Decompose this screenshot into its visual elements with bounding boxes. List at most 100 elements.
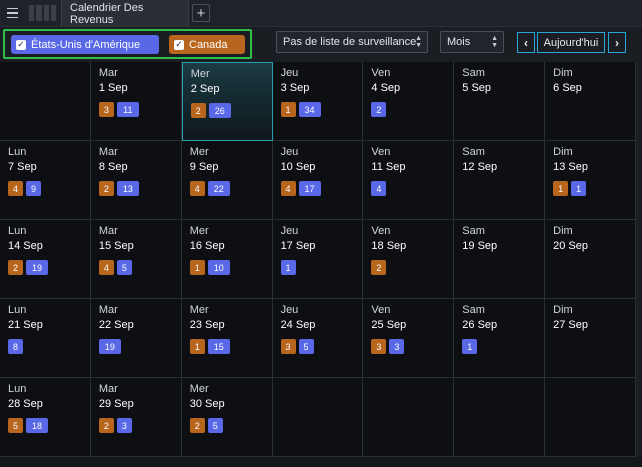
- canada-count-badge[interactable]: 1: [189, 339, 205, 354]
- calendar-day-cell[interactable]: Mar 29 Sep 2 3: [90, 378, 182, 457]
- usa-count-badge[interactable]: 15: [207, 339, 230, 354]
- tab-earnings-calendar[interactable]: Calendrier Des Revenus: [61, 0, 189, 27]
- canada-count-badge[interactable]: 2: [8, 260, 23, 275]
- horizontal-scrollbar[interactable]: [0, 457, 642, 467]
- earnings-count-badges: 1 15: [189, 339, 272, 354]
- calendar-day-cell[interactable]: Lun 21 Sep 8: [0, 299, 91, 378]
- calendar-day-cell[interactable]: Mar 1 Sep 3 11: [90, 62, 182, 141]
- usa-count-badge[interactable]: 5: [207, 418, 223, 433]
- vertical-scrollbar[interactable]: [636, 62, 642, 457]
- day-of-week-label: Jeu: [280, 146, 299, 158]
- checkbox-checked-icon[interactable]: [16, 39, 26, 50]
- calendar-day-cell[interactable]: Ven 25 Sep 3 3: [363, 299, 455, 378]
- calendar-day-cell[interactable]: Ven 4 Sep 2: [363, 62, 455, 141]
- view-select[interactable]: Mois ▲ ▼: [440, 31, 504, 53]
- canada-count-badge[interactable]: 2: [98, 418, 114, 433]
- calendar-day-cell[interactable]: Jeu 3 Sep 1 34: [272, 62, 364, 141]
- calendar-day-cell[interactable]: Ven 11 Sep 4: [363, 141, 455, 220]
- calendar-day-cell[interactable]: Sam 19 Sep: [454, 220, 546, 299]
- canada-count-badge[interactable]: 2: [371, 260, 387, 275]
- country-chip-canada[interactable]: Canada: [169, 35, 245, 54]
- usa-count-badge[interactable]: 19: [98, 339, 121, 354]
- canada-count-badge[interactable]: 5: [8, 418, 23, 433]
- usa-count-badge[interactable]: 3: [389, 339, 405, 354]
- calendar-day-cell[interactable]: Mer 16 Sep 1 10: [181, 220, 273, 299]
- usa-count-badge[interactable]: 17: [298, 181, 321, 196]
- calendar-day-cell[interactable]: Mer 23 Sep 1 15: [181, 299, 273, 378]
- calendar-day-cell[interactable]: Mer 30 Sep 2 5: [181, 378, 273, 457]
- country-chip-usa[interactable]: États-Unis d'Amérique: [11, 35, 159, 54]
- usa-count-badge[interactable]: 4: [371, 181, 387, 196]
- calendar-day-cell[interactable]: Jeu 17 Sep 1: [272, 220, 364, 299]
- calendar-day-cell[interactable]: Jeu 10 Sep 4 17: [272, 141, 364, 220]
- watchlist-select[interactable]: Pas de liste de surveillance ▲ ▼: [276, 31, 428, 53]
- calendar-day-cell[interactable]: Mar 15 Sep 4 5: [90, 220, 182, 299]
- calendar-day-cell[interactable]: Dim 13 Sep 1 1: [545, 141, 636, 220]
- day-date-label: 1 Sep: [98, 82, 128, 94]
- calendar-day-cell[interactable]: Dim 20 Sep: [545, 220, 636, 299]
- calendar-day-cell[interactable]: Jeu 24 Sep 3 5: [272, 299, 364, 378]
- usa-count-badge[interactable]: 22: [207, 181, 230, 196]
- usa-count-badge[interactable]: 18: [26, 418, 48, 433]
- canada-count-badge[interactable]: 2: [189, 418, 205, 433]
- usa-count-badge[interactable]: 34: [298, 102, 321, 117]
- canada-count-badge[interactable]: 3: [371, 339, 387, 354]
- usa-count-badge[interactable]: 2: [371, 102, 387, 117]
- calendar-day-cell[interactable]: Mar 8 Sep 2 13: [90, 141, 182, 220]
- previous-button[interactable]: ‹: [517, 32, 535, 53]
- menu-icon[interactable]: [2, 3, 22, 23]
- day-date-label: 10 Sep: [280, 161, 316, 173]
- canada-count-badge[interactable]: 1: [553, 181, 569, 196]
- canada-count-badge[interactable]: 4: [8, 181, 23, 196]
- usa-count-badge[interactable]: 10: [207, 260, 230, 275]
- usa-count-badge[interactable]: 26: [208, 103, 231, 118]
- day-date-label: 9 Sep: [189, 161, 219, 173]
- checkbox-checked-icon[interactable]: [174, 39, 184, 50]
- canada-count-badge[interactable]: 1: [189, 260, 205, 275]
- month-calendar-grid: Mar 1 Sep 3 11 Mer 2 Sep 2 26 Jeu 3 Sep 1 34 Ven 4 Se…: [0, 62, 636, 457]
- calendar-day-cell[interactable]: Sam 5 Sep: [454, 62, 546, 141]
- usa-count-badge[interactable]: 1: [571, 181, 587, 196]
- tab-label: Calendrier Des Revenus: [70, 1, 144, 26]
- today-button[interactable]: Aujourd'hui: [537, 32, 605, 53]
- usa-count-badge[interactable]: 5: [116, 260, 132, 275]
- add-tab-button[interactable]: +: [192, 4, 210, 22]
- calendar-day-cell[interactable]: Ven 18 Sep 2: [363, 220, 455, 299]
- next-button[interactable]: ›: [608, 32, 626, 53]
- canada-count-badge[interactable]: 3: [98, 102, 114, 117]
- canada-count-badge[interactable]: 3: [280, 339, 296, 354]
- calendar-day-cell[interactable]: Dim 27 Sep: [545, 299, 636, 378]
- usa-count-badge[interactable]: 13: [116, 181, 139, 196]
- calendar-day-cell[interactable]: Mar 22 Sep 19: [90, 299, 182, 378]
- earnings-count-badges: 8: [8, 339, 90, 354]
- day-of-week-label: Ven: [371, 225, 391, 237]
- canada-count-badge[interactable]: 1: [280, 102, 296, 117]
- calendar-day-cell[interactable]: Lun 28 Sep 5 18: [0, 378, 91, 457]
- canada-count-badge[interactable]: 4: [189, 181, 205, 196]
- canada-count-badge[interactable]: 4: [98, 260, 114, 275]
- calendar-empty-cell: [545, 378, 636, 457]
- usa-count-badge[interactable]: 8: [8, 339, 23, 354]
- day-date-label: 7 Sep: [8, 161, 37, 173]
- usa-count-badge[interactable]: 3: [116, 418, 132, 433]
- day-date-label: 21 Sep: [8, 319, 43, 331]
- usa-count-badge[interactable]: 9: [26, 181, 41, 196]
- calendar-day-cell[interactable]: Lun 7 Sep 4 9: [0, 141, 91, 220]
- calendar-day-cell[interactable]: Sam 26 Sep 1: [454, 299, 546, 378]
- calendar-day-cell[interactable]: Sam 12 Sep: [454, 141, 546, 220]
- usa-count-badge[interactable]: 5: [298, 339, 314, 354]
- usa-count-badge[interactable]: 1: [462, 339, 478, 354]
- calendar-day-cell[interactable]: Lun 14 Sep 2 19: [0, 220, 91, 299]
- usa-count-badge[interactable]: 19: [26, 260, 48, 275]
- usa-count-badge[interactable]: 11: [116, 102, 139, 117]
- earnings-count-badges: 1 34: [280, 102, 363, 117]
- drag-handle-icon[interactable]: [29, 5, 56, 21]
- canada-count-badge[interactable]: 2: [98, 181, 114, 196]
- calendar-day-cell[interactable]: Mer 9 Sep 4 22: [181, 141, 273, 220]
- calendar-day-cell[interactable]: Dim 6 Sep: [545, 62, 636, 141]
- canada-count-badge[interactable]: 4: [280, 181, 296, 196]
- earnings-count-badges: 4 22: [189, 181, 272, 196]
- usa-count-badge[interactable]: 1: [280, 260, 296, 275]
- calendar-day-cell[interactable]: Mer 2 Sep 2 26: [181, 62, 273, 141]
- canada-count-badge[interactable]: 2: [190, 103, 206, 118]
